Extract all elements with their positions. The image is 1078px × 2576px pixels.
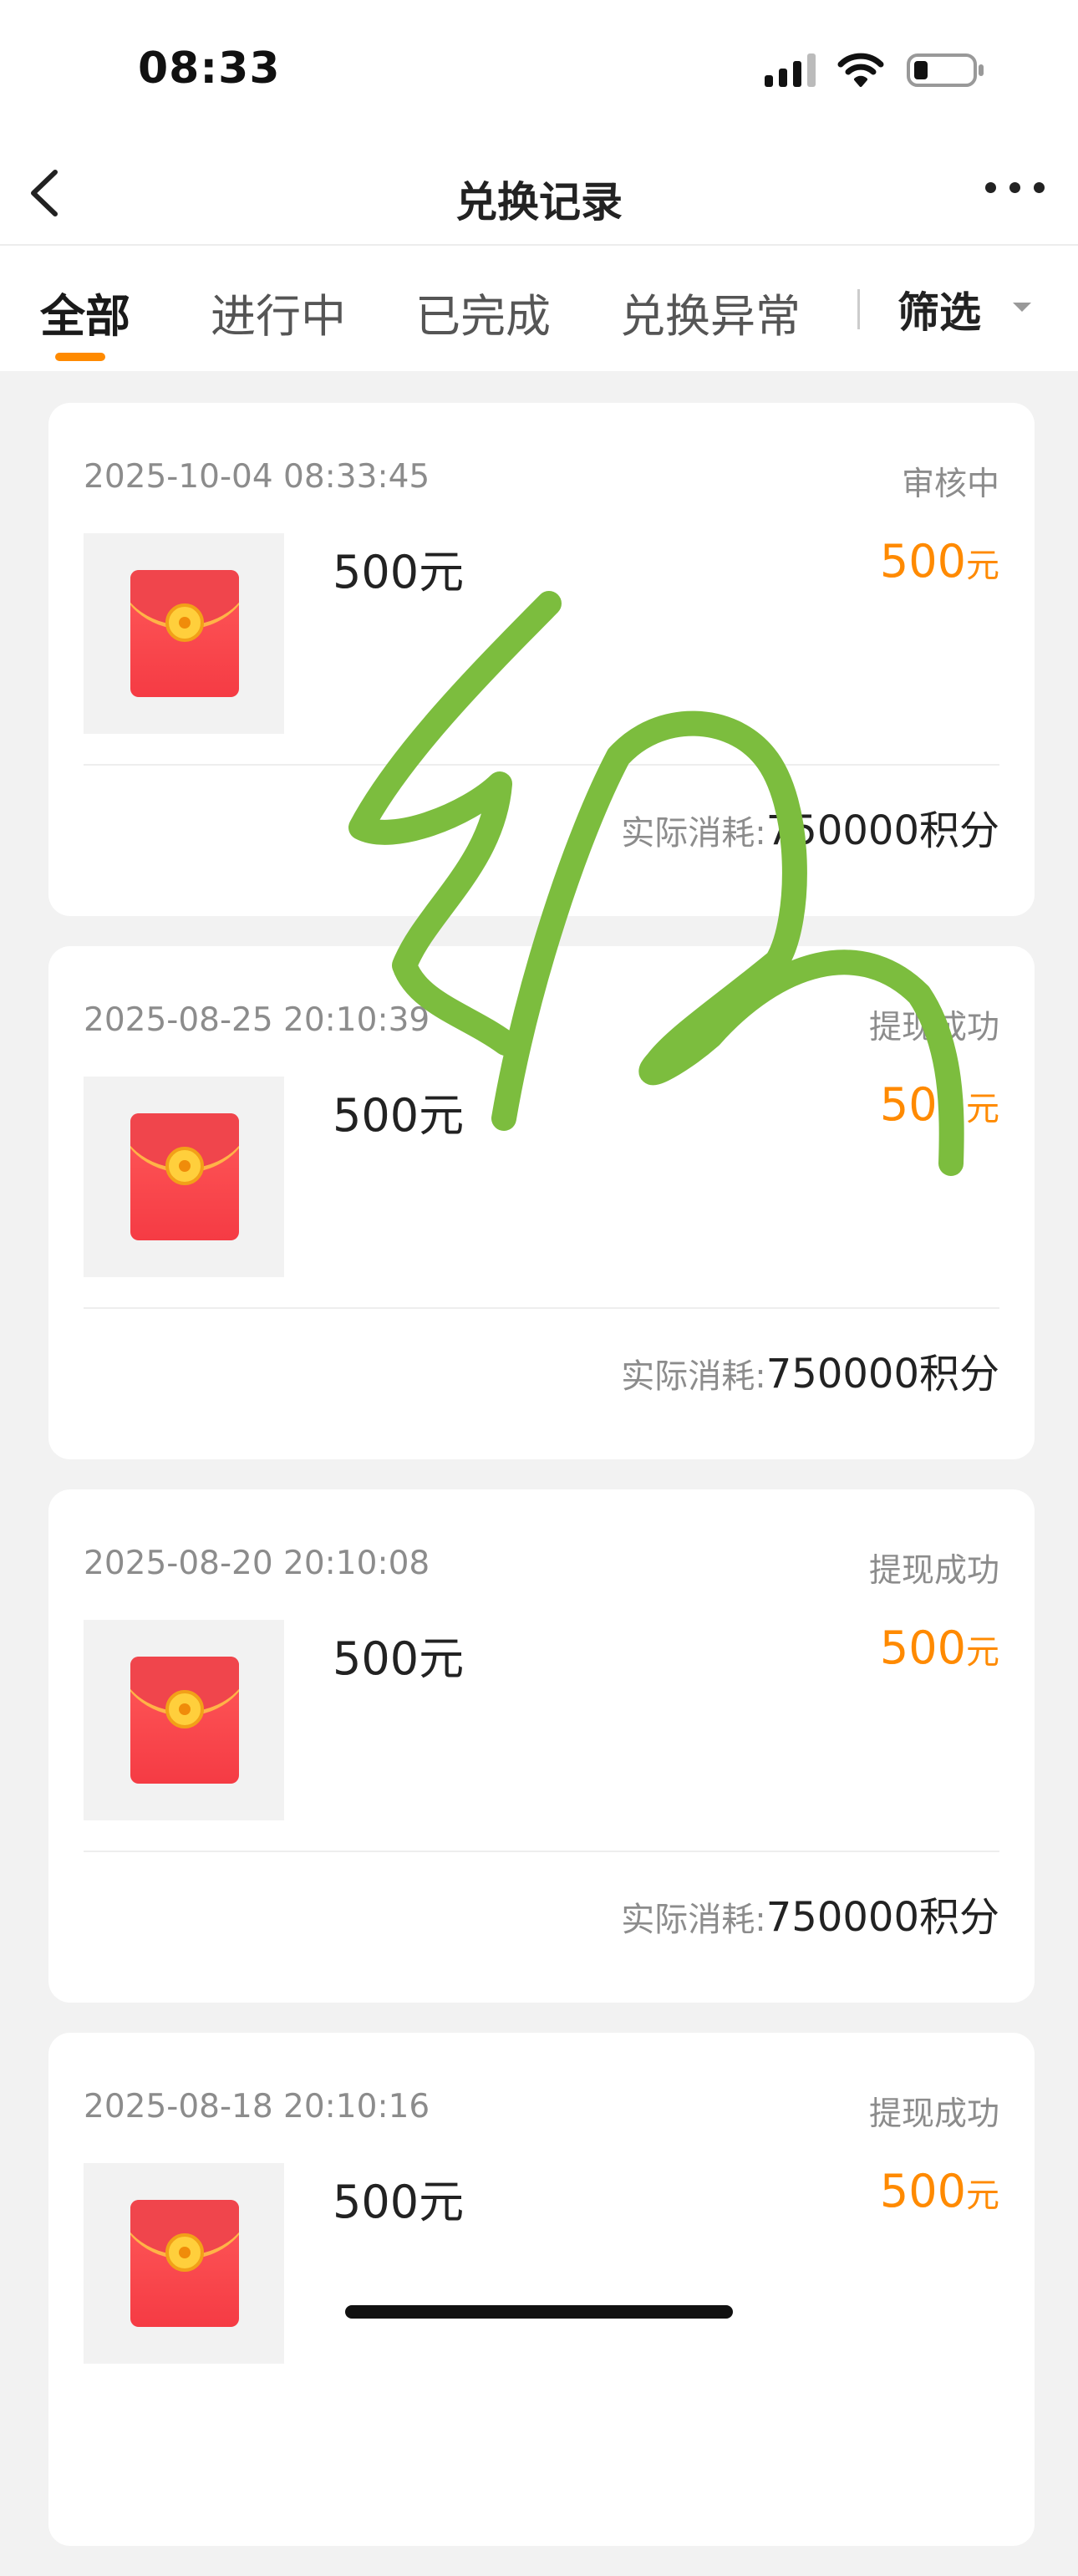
record-date: 2025-08-18 20:10:16 (84, 2088, 430, 2125)
tab-in-progress[interactable]: 进行中 (211, 279, 346, 345)
status-bar: 08:33 (0, 0, 1078, 142)
status-tabs: 全部 进行中 已完成 兑换异常 筛选 (0, 244, 1078, 371)
record-price: 500元 (879, 2165, 999, 2217)
red-envelope-icon (130, 570, 239, 697)
status-icons (765, 52, 986, 89)
red-envelope-icon (130, 2200, 239, 2327)
tab-divider (857, 289, 860, 329)
record-date: 2025-10-04 08:33:45 (84, 458, 430, 496)
record-date: 2025-08-20 20:10:08 (84, 1545, 430, 1582)
record-cost: 实际消耗:750000积分 (621, 1894, 999, 1941)
red-envelope-icon (130, 1113, 239, 1240)
record-price: 500元 (879, 1621, 999, 1674)
battery-icon (907, 53, 984, 87)
record-price: 500元 (879, 1078, 999, 1131)
divider (84, 764, 999, 766)
record-status: 提现成功 (868, 1552, 999, 1590)
navigation-bar: 兑换记录 (0, 142, 1078, 244)
active-tab-indicator (55, 353, 105, 361)
record-cost: 实际消耗:750000积分 (621, 1351, 999, 1397)
wifi-icon (837, 53, 884, 87)
record-name: 500元 (333, 1632, 465, 1685)
home-indicator (345, 2305, 733, 2319)
tab-completed[interactable]: 已完成 (415, 279, 551, 345)
filter-button[interactable]: 筛选 (897, 279, 981, 339)
record-thumbnail (84, 2163, 284, 2364)
record-name: 500元 (333, 2176, 465, 2228)
record-status: 提现成功 (868, 2095, 999, 2133)
record-name: 500元 (333, 1089, 465, 1142)
record-card[interactable]: 2025-10-04 08:33:45 审核中 500元 500元 实际消耗:7… (48, 403, 1035, 916)
record-card[interactable]: 2025-08-18 20:10:16 提现成功 500元 500元 (48, 2033, 1035, 2546)
record-price: 500元 (879, 535, 999, 588)
page-title: 兑换记录 (455, 178, 623, 227)
red-envelope-icon (130, 1657, 239, 1784)
more-options-icon[interactable] (985, 182, 1045, 193)
record-thumbnail (84, 1077, 284, 1277)
caret-down-icon[interactable] (1013, 303, 1031, 312)
record-status: 提现成功 (868, 1009, 999, 1046)
status-time: 08:33 (138, 43, 281, 94)
record-thumbnail (84, 1620, 284, 1820)
record-card[interactable]: 2025-08-20 20:10:08 提现成功 500元 500元 实际消耗:… (48, 1489, 1035, 2003)
divider (84, 1851, 999, 1852)
record-cost: 实际消耗:750000积分 (621, 807, 999, 854)
record-thumbnail (84, 533, 284, 734)
record-date: 2025-08-25 20:10:39 (84, 1001, 430, 1039)
divider (84, 1307, 999, 1309)
record-card[interactable]: 2025-08-25 20:10:39 提现成功 500元 500元 实际消耗:… (48, 946, 1035, 1459)
record-list: 2025-10-04 08:33:45 审核中 500元 500元 实际消耗:7… (48, 403, 1035, 2576)
record-name: 500元 (333, 546, 465, 598)
tab-exception[interactable]: 兑换异常 (620, 279, 801, 345)
record-status: 审核中 (901, 466, 999, 503)
tab-all[interactable]: 全部 (40, 279, 130, 345)
cellular-signal-icon (765, 53, 816, 87)
